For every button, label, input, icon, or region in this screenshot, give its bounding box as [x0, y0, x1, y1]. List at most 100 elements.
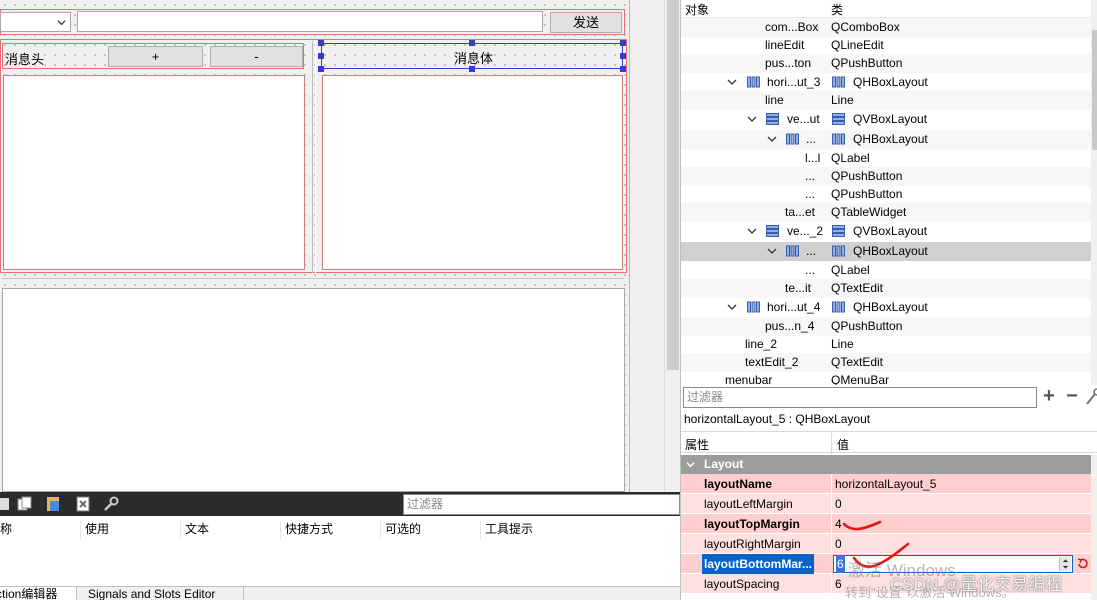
col-class-header[interactable]: 类: [831, 1, 843, 18]
col-object-header[interactable]: 对象: [685, 1, 709, 18]
wrench-icon[interactable]: [102, 495, 120, 513]
delete-icon[interactable]: [74, 495, 92, 513]
tree-row[interactable]: line Line: [681, 91, 1091, 110]
col-text[interactable]: 文本: [181, 521, 281, 539]
send-button[interactable]: 发送: [550, 12, 622, 33]
tab-signals-slots[interactable]: Signals and Slots Editor: [84, 587, 244, 600]
table-widget[interactable]: [3, 75, 305, 270]
selection-handle[interactable]: [318, 53, 324, 59]
tree-row[interactable]: pus...n_4 QPushButton: [681, 317, 1091, 336]
message-line-edit[interactable]: [77, 11, 543, 32]
property-value[interactable]: 0: [835, 494, 842, 514]
minus-button[interactable]: -: [210, 46, 303, 67]
tree-row[interactable]: pus...ton QPushButton: [681, 54, 1091, 73]
tree-row[interactable]: textEdit_2 QTextEdit: [681, 353, 1091, 372]
col-name[interactable]: 称: [0, 521, 81, 539]
header-layout[interactable]: 消息头 + -: [2, 43, 304, 69]
paste-icon[interactable]: [44, 495, 62, 513]
selection-handle[interactable]: [620, 66, 626, 72]
combo-box[interactable]: [0, 12, 71, 32]
chevron-down-icon[interactable]: [767, 246, 777, 256]
col-tooltip[interactable]: 工具提示: [481, 521, 680, 539]
tree-row[interactable]: lineEdit QLineEdit: [681, 36, 1091, 55]
property-value[interactable]: horizontalLayout_5: [835, 474, 936, 494]
plus-button[interactable]: +: [108, 46, 203, 67]
object-name: ve...ut: [787, 112, 820, 126]
reset-icon[interactable]: [1077, 557, 1089, 569]
property-filter-input[interactable]: 过滤器: [683, 387, 1037, 408]
col-checkable[interactable]: 可选的: [381, 521, 481, 539]
property-row-editing[interactable]: layoutBottomMar... 6: [681, 554, 1091, 574]
selection-handle[interactable]: [469, 40, 475, 46]
form-canvas[interactable]: 发送 消息头 + - 消息体: [0, 0, 630, 492]
property-row[interactable]: layoutName horizontalLayout_5: [681, 474, 1091, 494]
canvas-scrollbar[interactable]: [664, 0, 680, 492]
vertical-line[interactable]: [312, 41, 316, 273]
object-class: QMenuBar: [831, 373, 890, 385]
value-spinbox[interactable]: 6: [833, 555, 1073, 573]
property-value[interactable]: 4: [835, 514, 842, 534]
message-body-text-edit[interactable]: [322, 75, 623, 270]
property-value[interactable]: 6: [835, 574, 842, 594]
tree-row[interactable]: hori...ut_4 QHBoxLayout: [681, 298, 1091, 317]
tree-row[interactable]: com...Box QComboBox: [681, 18, 1091, 37]
tree-row[interactable]: ... QPushButton: [681, 185, 1091, 204]
selection-handle[interactable]: [620, 53, 626, 59]
property-row[interactable]: layoutSpacing 6: [681, 574, 1091, 594]
property-name: layoutSpacing: [704, 577, 780, 591]
tree-row[interactable]: ve..._2 QVBoxLayout: [681, 222, 1091, 241]
scrollbar-thumb[interactable]: [667, 0, 679, 370]
selection-handle[interactable]: [318, 40, 324, 46]
tree-row[interactable]: te...it QTextEdit: [681, 279, 1091, 298]
bottom-tab-bar: ction编辑器 Signals and Slots Editor: [0, 586, 680, 600]
scrollbar-thumb[interactable]: [1092, 30, 1097, 150]
tree-row[interactable]: hori...ut_3 QHBoxLayout: [681, 73, 1091, 92]
col-shortcut[interactable]: 快捷方式: [281, 521, 381, 539]
log-text-edit[interactable]: [2, 288, 625, 492]
tree-row[interactable]: l...l QLabel: [681, 149, 1091, 168]
col-property-header[interactable]: 属性: [685, 436, 709, 453]
property-group-layout[interactable]: Layout: [681, 455, 1091, 474]
add-dynamic-property-icon[interactable]: +: [1040, 386, 1058, 406]
selection-handle[interactable]: [620, 40, 626, 46]
col-used[interactable]: 使用: [81, 521, 181, 539]
object-name: hori...ut_3: [767, 75, 821, 89]
tree-row[interactable]: ... QPushButton: [681, 167, 1091, 186]
property-row[interactable]: layoutLeftMargin 0: [681, 494, 1091, 514]
spinbox-value[interactable]: 6: [836, 555, 845, 573]
property-row[interactable]: layoutRightMargin 0: [681, 534, 1091, 554]
vbox-layout-icon: [832, 225, 845, 237]
object-class: QHBoxLayout: [853, 132, 928, 146]
chevron-down-icon[interactable]: [747, 114, 757, 124]
tree-row-selected[interactable]: ... QHBoxLayout: [681, 242, 1091, 261]
chevron-down-icon[interactable]: [747, 226, 757, 236]
selection-handle[interactable]: [318, 66, 324, 72]
wrench-icon[interactable]: [1086, 388, 1097, 406]
chevron-down-icon[interactable]: [727, 77, 737, 87]
object-class: QHBoxLayout: [853, 244, 928, 258]
object-inspector-scrollbar[interactable]: [1091, 0, 1097, 385]
tree-row[interactable]: line_2 Line: [681, 335, 1091, 354]
remove-dynamic-property-icon[interactable]: −: [1063, 386, 1081, 406]
spin-arrows-icon[interactable]: [1059, 557, 1071, 571]
chevron-down-icon[interactable]: [686, 460, 695, 469]
object-class: QTextEdit: [831, 281, 884, 295]
tree-row[interactable]: ... QLabel: [681, 261, 1091, 280]
tree-row[interactable]: menubar QMenuBar: [681, 371, 1091, 385]
tree-row[interactable]: ... QHBoxLayout: [681, 130, 1091, 149]
tree-row[interactable]: ta...et QTableWidget: [681, 203, 1091, 222]
copy-icon[interactable]: [16, 495, 34, 513]
new-action-icon[interactable]: [0, 495, 14, 513]
property-row[interactable]: layoutTopMargin 4: [681, 514, 1091, 534]
col-value-header[interactable]: 值: [837, 436, 849, 453]
chevron-down-icon[interactable]: [727, 302, 737, 312]
header-label: 消息头: [5, 52, 45, 67]
property-value[interactable]: 0: [835, 534, 842, 554]
horizontal-line[interactable]: [2, 278, 624, 279]
tab-action-editor[interactable]: ction编辑器: [0, 587, 77, 600]
selection-handle[interactable]: [469, 66, 475, 72]
chevron-down-icon[interactable]: [767, 134, 777, 144]
property-editor-scrollbar[interactable]: [1091, 455, 1097, 600]
action-filter-input[interactable]: 过滤器: [403, 494, 680, 515]
tree-row[interactable]: ve...ut QVBoxLayout: [681, 110, 1091, 129]
